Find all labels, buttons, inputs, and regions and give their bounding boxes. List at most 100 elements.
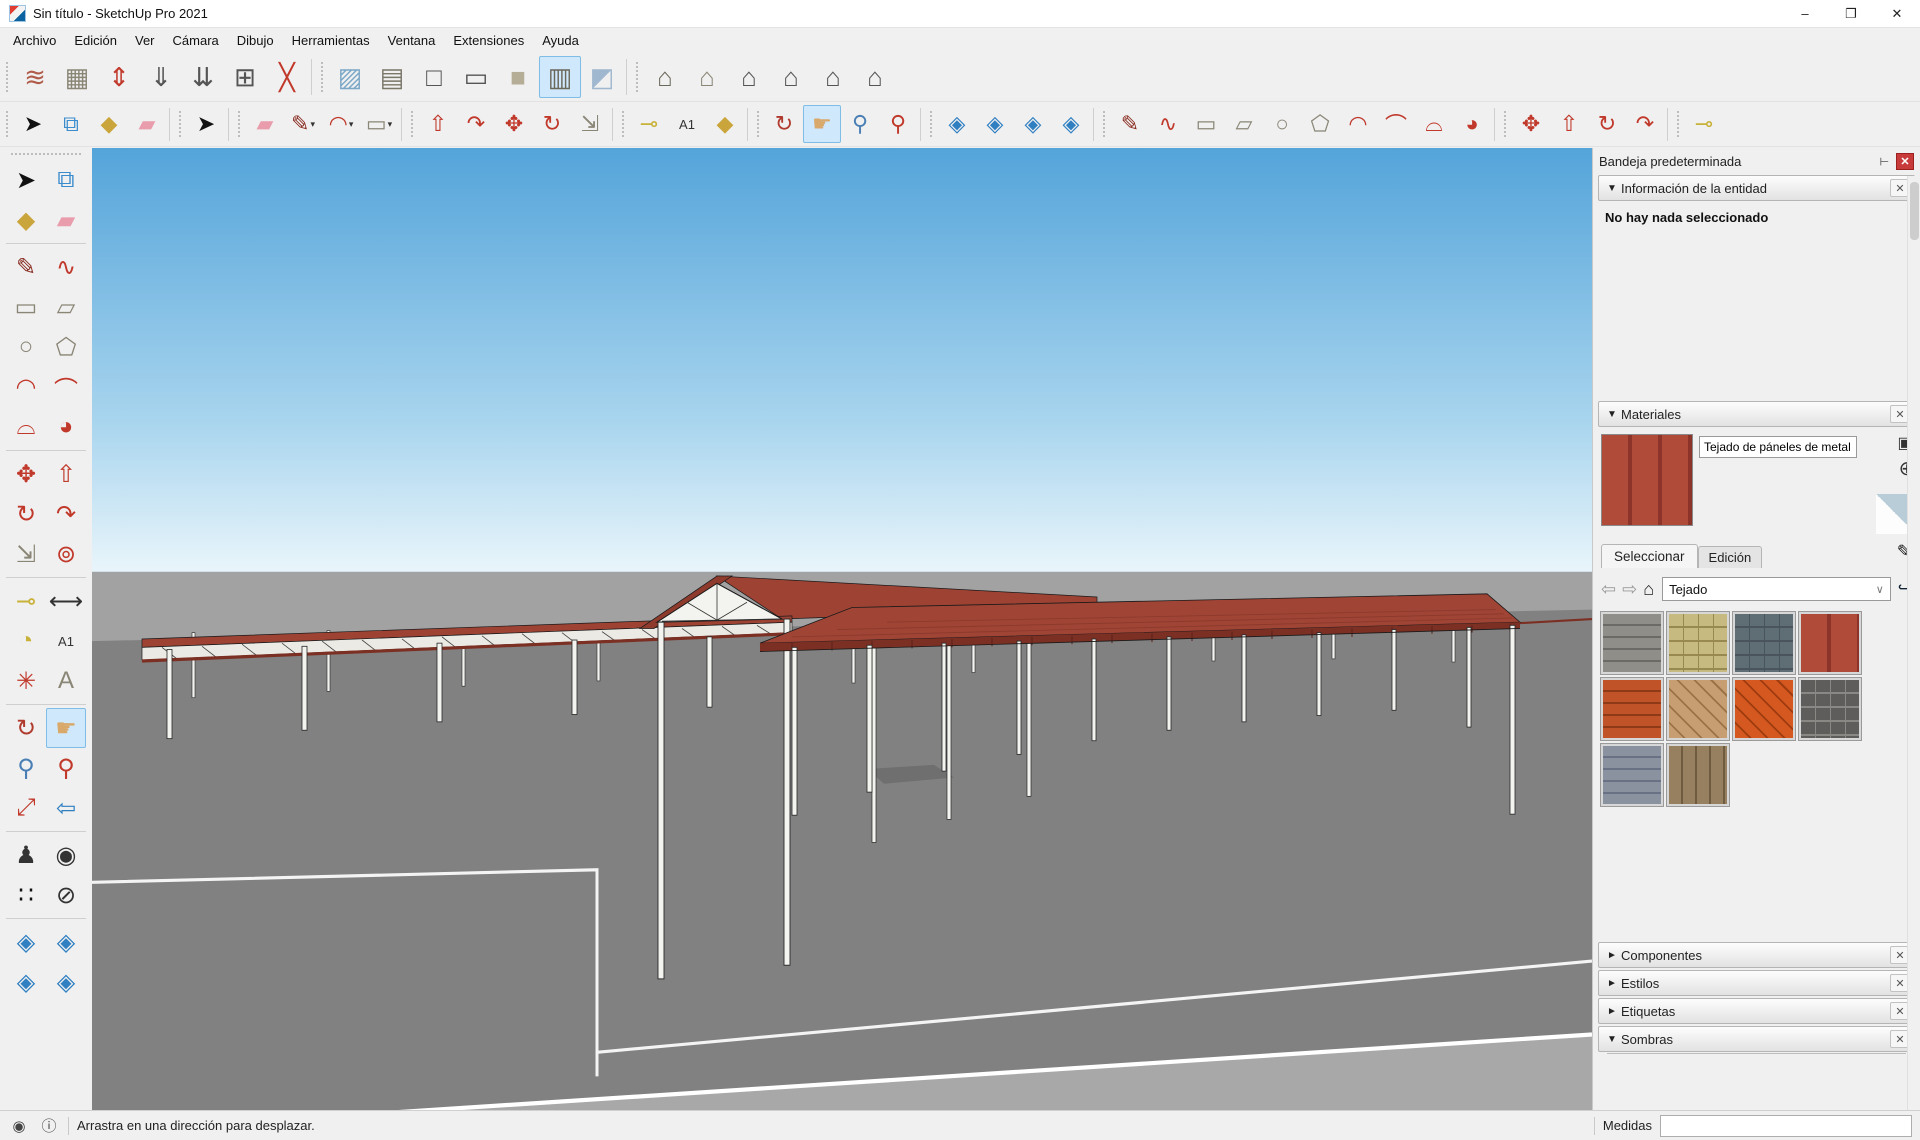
sandbox-drape-tool-button[interactable]: ⇊ [182, 56, 224, 98]
toolbar-grip[interactable] [620, 109, 626, 140]
two-point-arc-tool-button[interactable]: ⌒ [46, 367, 86, 407]
move-tool-button[interactable]: ✥ [6, 454, 46, 494]
line-tool-button[interactable]: ✎▾ [284, 105, 322, 143]
material-swatch-gray-asphalt-shingles[interactable] [1601, 612, 1663, 674]
trimble-publish-tool-button[interactable]: ◈ [1014, 105, 1052, 143]
section-header-tags[interactable]: ►Etiquetas✕ [1598, 998, 1915, 1024]
sandbox-from-scratch-tool-button[interactable]: ▦ [56, 56, 98, 98]
text-tool-button[interactable]: A1 [46, 621, 86, 661]
pie-tool-button[interactable]: ◕ [46, 407, 86, 447]
toolbar-grip[interactable] [319, 60, 325, 94]
trimble-sync-tool-button[interactable]: ◈ [976, 105, 1014, 143]
menu-camara[interactable]: Cámara [164, 30, 228, 51]
follow-me-tool-button[interactable]: ↷ [457, 105, 495, 143]
style-wireframe-tool-button[interactable]: □ [413, 56, 455, 98]
freehand-tool-button[interactable]: ∿ [1149, 105, 1187, 143]
look-around-tool-button[interactable]: ◉ [46, 835, 86, 875]
axes-tool-button[interactable]: ✳ [6, 661, 46, 701]
trimble-scan-essentials-tool-button[interactable]: ◈ [938, 105, 976, 143]
material-swatch-blue-slate[interactable] [1733, 612, 1795, 674]
section-header-shadows[interactable]: ▼Sombras✕ [1598, 1026, 1915, 1052]
toolbar-grip[interactable] [10, 152, 82, 157]
previous-tool-button[interactable]: ⇦ [46, 788, 86, 828]
style-shaded-tool-button[interactable]: ■ [497, 56, 539, 98]
toolbar-grip[interactable] [1502, 109, 1508, 140]
rotated-rectangle-tool-button[interactable]: ▱ [46, 287, 86, 327]
tray-scrollbar[interactable] [1907, 176, 1920, 1110]
tab-edicion[interactable]: Edición [1698, 546, 1763, 568]
eraser-tool-button[interactable]: ▰ [46, 200, 86, 240]
move-tool-button[interactable]: ✥ [1512, 105, 1550, 143]
trimble-publish-tool-button[interactable]: ◈ [6, 962, 46, 1002]
toolbar-grip[interactable] [409, 109, 415, 140]
material-swatch-spanish-tile[interactable] [1601, 678, 1663, 740]
rotate-tool-button[interactable]: ↻ [533, 105, 571, 143]
paint-bucket-tool-button[interactable]: ◆ [706, 105, 744, 143]
pin-icon[interactable]: ⊥ [1875, 153, 1893, 170]
style-hidden-line-tool-button[interactable]: ▭ [455, 56, 497, 98]
rotate-tool-button[interactable]: ↻ [1588, 105, 1626, 143]
material-swatch-brown-shake-shingles[interactable] [1667, 744, 1729, 806]
view-right-tool-button[interactable]: ⌂ [770, 56, 812, 98]
follow-me-tool-button[interactable]: ↷ [46, 494, 86, 534]
eraser-tool-button[interactable]: ▰ [128, 105, 166, 143]
collection-dropdown[interactable]: Tejado ∨ [1662, 577, 1891, 601]
move-tool-button[interactable]: ✥ [495, 105, 533, 143]
sandbox-stamp-tool-button[interactable]: ⇓ [140, 56, 182, 98]
material-swatch-dark-gray-shingles[interactable] [1799, 678, 1861, 740]
menu-edicion[interactable]: Edición [65, 30, 126, 51]
tape-measure-tool-button[interactable]: ⊸ [1685, 105, 1723, 143]
help-icon[interactable]: ⓘ [38, 1115, 60, 1137]
toolbar-grip[interactable] [236, 109, 242, 140]
toolbar-grip[interactable] [755, 109, 761, 140]
eraser-tool-button[interactable]: ▰ [246, 105, 284, 143]
tab-seleccionar[interactable]: Seleccionar [1601, 544, 1698, 568]
menu-extensiones[interactable]: Extensiones [444, 30, 533, 51]
menu-ventana[interactable]: Ventana [379, 30, 445, 51]
view-iso-tool-button[interactable]: ⌂ [644, 56, 686, 98]
dropdown-arrow-icon[interactable]: ▾ [310, 119, 315, 130]
select-tool-button[interactable]: ➤ [6, 160, 46, 200]
polygon-tool-button[interactable]: ⬠ [1301, 105, 1339, 143]
paint-bucket-tool-button[interactable]: ◆ [90, 105, 128, 143]
rectangle-tool-button[interactable]: ▭ [6, 287, 46, 327]
toolbar-grip[interactable] [4, 109, 10, 140]
two-point-arc-tool-button[interactable]: ⌒ [1377, 105, 1415, 143]
paint-bucket-tool-button[interactable]: ◆ [6, 200, 46, 240]
select-tool-button[interactable]: ➤ [187, 105, 225, 143]
polygon-tool-button[interactable]: ⬠ [46, 327, 86, 367]
section-header-styles[interactable]: ►Estilos✕ [1598, 970, 1915, 996]
menu-herramientas[interactable]: Herramientas [283, 30, 379, 51]
push-pull-tool-button[interactable]: ⇧ [1550, 105, 1588, 143]
walk-tool-button[interactable]: ∷ [6, 875, 46, 915]
section-header-materials[interactable]: ▼ Materiales ✕ [1598, 401, 1915, 427]
view-back-tool-button[interactable]: ⌂ [812, 56, 854, 98]
push-pull-tool-button[interactable]: ⇧ [46, 454, 86, 494]
menu-dibujo[interactable]: Dibujo [228, 30, 283, 51]
sandbox-from-contours-tool-button[interactable]: ≋ [14, 56, 56, 98]
view-top-tool-button[interactable]: ⌂ [686, 56, 728, 98]
pie-tool-button[interactable]: ◕ [1453, 105, 1491, 143]
sandbox-flip-edge-tool-button[interactable]: ╳ [266, 56, 308, 98]
material-swatch-orange-scallop-tile[interactable] [1733, 678, 1795, 740]
section-header-entity-info[interactable]: ▼ Información de la entidad ✕ [1598, 175, 1915, 201]
maximize-button[interactable]: ❐ [1828, 0, 1874, 27]
toolbar-grip[interactable] [634, 60, 640, 94]
rectangle-tool-button[interactable]: ▭ [1187, 105, 1225, 143]
push-pull-tool-button[interactable]: ⇧ [419, 105, 457, 143]
toolbar-grip[interactable] [1101, 109, 1107, 140]
dimension-tool-button[interactable]: ⟷ [46, 581, 86, 621]
pan-tool-button[interactable]: ☛ [46, 708, 86, 748]
back-icon[interactable]: ⇦ [1601, 579, 1616, 600]
line-tool-button[interactable]: ✎ [6, 247, 46, 287]
scale-tool-button[interactable]: ⇲ [6, 534, 46, 574]
shapes-tool-button[interactable]: ▭▾ [360, 105, 398, 143]
measurements-input[interactable] [1660, 1115, 1912, 1137]
sandbox-add-detail-tool-button[interactable]: ⊞ [224, 56, 266, 98]
protractor-tool-button[interactable]: ◔ [6, 621, 46, 661]
rotate-tool-button[interactable]: ↻ [6, 494, 46, 534]
style-shaded-textures-tool-button[interactable]: ▥ [539, 56, 581, 98]
arcs-tool-button[interactable]: ◠▾ [322, 105, 360, 143]
style-monochrome-tool-button[interactable]: ◩ [581, 56, 623, 98]
toolbar-grip[interactable] [928, 109, 934, 140]
